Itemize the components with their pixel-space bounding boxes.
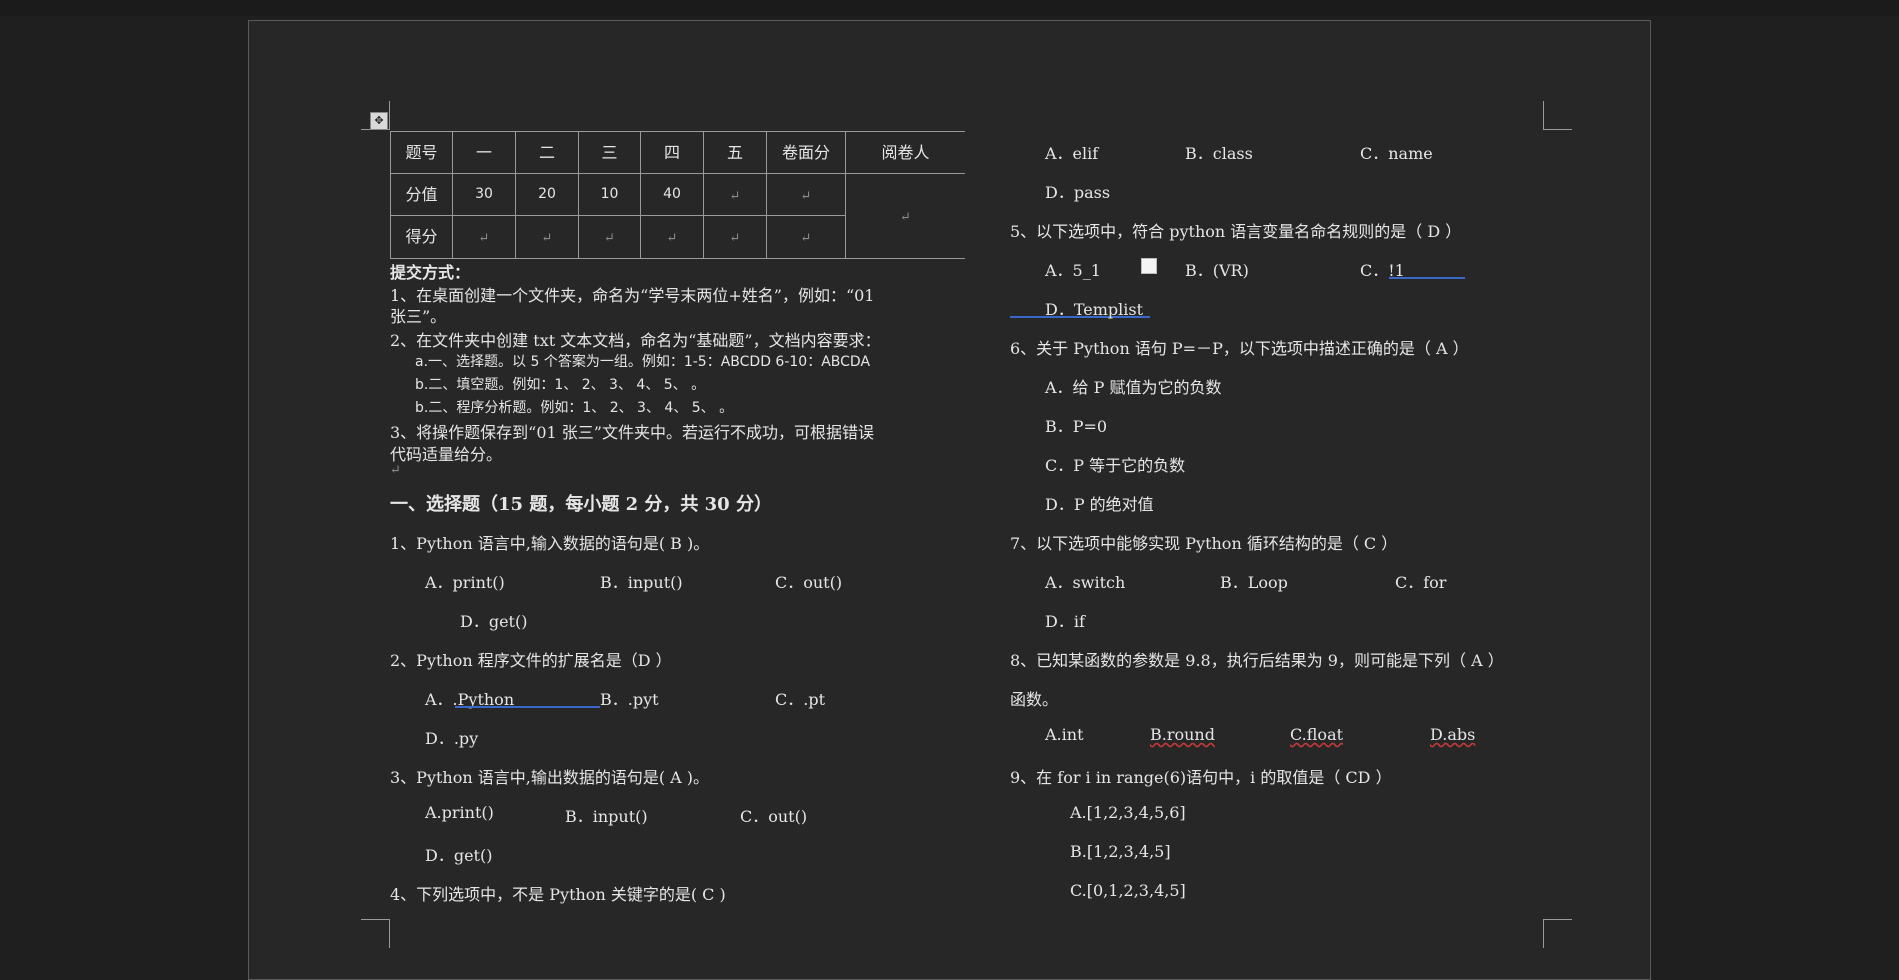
- submission-line: 2、在文件夹中创建 txt 文本文档，命名为“基础题”，文档内容要求：: [390, 331, 881, 350]
- submission-sub-item: b.二、填空题。例如：1、 2、 3、 4、 5、 。: [415, 377, 706, 393]
- table-cell: ↵: [578, 215, 641, 259]
- question-stem: 5、以下选项中，符合 python 语言变量名命名规则的是（ D ）: [1010, 222, 1462, 241]
- option: B．.pyt: [600, 690, 659, 709]
- table-cell: ↵: [766, 173, 846, 216]
- window-top-bar: [0, 0, 1899, 16]
- option: D．.py: [425, 729, 479, 748]
- option: B.round: [1150, 725, 1215, 744]
- option: A．5_1: [1045, 261, 1101, 280]
- option: D．if: [1045, 612, 1085, 631]
- table-cell: ↵: [703, 215, 767, 259]
- question-stem: 4、下列选项中，不是 Python 关键字的是( C ): [390, 885, 726, 904]
- option: A.[1,2,3,4,5,6]: [1070, 803, 1186, 822]
- table-cell: 20: [515, 173, 579, 216]
- grammar-underline: [455, 706, 600, 708]
- option: C．for: [1395, 573, 1447, 592]
- table-cell: 三: [578, 131, 641, 174]
- option: B．P=0: [1045, 417, 1108, 436]
- table-cell: 阅卷人: [845, 131, 965, 174]
- option: A.int: [1045, 725, 1084, 744]
- table-cell: ↵: [703, 173, 767, 216]
- submission-sub-item: a.一、选择题。以 5 个答案为一组。例如：1-5：ABCDD 6-10：ABC…: [415, 354, 871, 370]
- crop-mark-bottom-right: [1543, 919, 1572, 948]
- grammar-underline: [1389, 277, 1465, 279]
- submission-sub-item: b.二、程序分析题。例如：1、 2、 3、 4、 5、 。: [415, 400, 734, 416]
- option: D．get(): [460, 612, 528, 631]
- option: A．print(): [425, 573, 505, 592]
- option: B．input(): [600, 573, 683, 592]
- document-page: ✥ 题号 一 二 三 四 五 卷面分 阅卷人 分值 30 20 10 40 ↵ …: [248, 20, 1651, 980]
- table-cell: 40: [640, 173, 704, 216]
- table-cell: 题号: [390, 131, 453, 174]
- option: A．switch: [1045, 573, 1126, 592]
- table-cell: ↵: [515, 215, 579, 259]
- crop-mark-bottom-left: [361, 919, 390, 948]
- table-move-handle-icon[interactable]: ✥: [370, 112, 388, 130]
- table-cell: ↵: [766, 215, 846, 259]
- question-stem: 9、在 for i in range(6)语句中，i 的取值是（ CD ）: [1010, 768, 1392, 787]
- section-title: 一、选择题（15 题，每小题 2 分，共 30 分）: [390, 494, 772, 515]
- option: B．input(): [565, 807, 648, 826]
- paragraph-mark: ↵: [390, 463, 401, 478]
- question-stem: 3、Python 语言中,输出数据的语句是( A )。: [390, 768, 710, 787]
- option: D．Templist: [1045, 300, 1144, 319]
- option: A．elif: [1045, 144, 1099, 163]
- question-stem: 8、已知某函数的参数是 9.8，执行后结果为 9，则可能是下列（ A ）: [1010, 651, 1504, 670]
- option: A.print(): [425, 803, 494, 822]
- table-cell: 分值: [390, 173, 453, 216]
- checkbox[interactable]: [1141, 258, 1157, 274]
- table-cell: 四: [640, 131, 704, 174]
- table-cell: 五: [703, 131, 767, 174]
- option: D．get(): [425, 846, 493, 865]
- option: D．P 的绝对值: [1045, 495, 1154, 514]
- question-stem: 7、以下选项中能够实现 Python 循环结构的是（ C ）: [1010, 534, 1398, 553]
- option: C.float: [1290, 725, 1344, 744]
- option: B.[1,2,3,4,5]: [1070, 842, 1171, 861]
- option: A．给 P 赋值为它的负数: [1045, 378, 1222, 397]
- option: C．out(): [740, 807, 808, 826]
- option: C．out(): [775, 573, 843, 592]
- crop-mark-top-right: [1543, 101, 1572, 130]
- table-cell: ↵: [640, 215, 704, 259]
- option: C.[0,1,2,3,4,5]: [1070, 881, 1186, 900]
- table-cell-merged: ↵: [845, 173, 965, 259]
- table-cell: 得分: [390, 215, 453, 259]
- option: D.abs: [1430, 725, 1476, 744]
- submission-line: 代码适量给分。: [390, 445, 503, 464]
- table-cell: ↵: [452, 215, 516, 259]
- option: B．Loop: [1220, 573, 1288, 592]
- table-cell: 10: [578, 173, 641, 216]
- option: B．(VR): [1185, 261, 1249, 280]
- submission-title: 提交方式：: [390, 263, 471, 282]
- option: B．class: [1185, 144, 1253, 163]
- table-cell: 二: [515, 131, 579, 174]
- submission-line: 3、将操作题保存到“01 张三”文件夹中。若运行不成功，可根据错误: [390, 423, 874, 442]
- table-cell: 30: [452, 173, 516, 216]
- table-cell: 一: [452, 131, 516, 174]
- submission-line: 张三”。: [390, 307, 447, 326]
- question-stem: 2、Python 程序文件的扩展名是（D ）: [390, 651, 672, 670]
- question-stem-continued: 函数。: [1010, 690, 1059, 709]
- question-stem: 6、关于 Python 语句 P=－P，以下选项中描述正确的是（ A ）: [1010, 339, 1469, 358]
- table-cell: 卷面分: [766, 131, 846, 174]
- option: C．P 等于它的负数: [1045, 456, 1186, 475]
- question-stem: 1、Python 语言中,输入数据的语句是( B )。: [390, 534, 710, 553]
- option: C．.pt: [775, 690, 826, 709]
- submission-line: 1、在桌面创建一个文件夹，命名为“学号末两位+姓名”，例如：“01: [390, 286, 875, 305]
- option: C．name: [1360, 144, 1433, 163]
- option: D．pass: [1045, 183, 1111, 202]
